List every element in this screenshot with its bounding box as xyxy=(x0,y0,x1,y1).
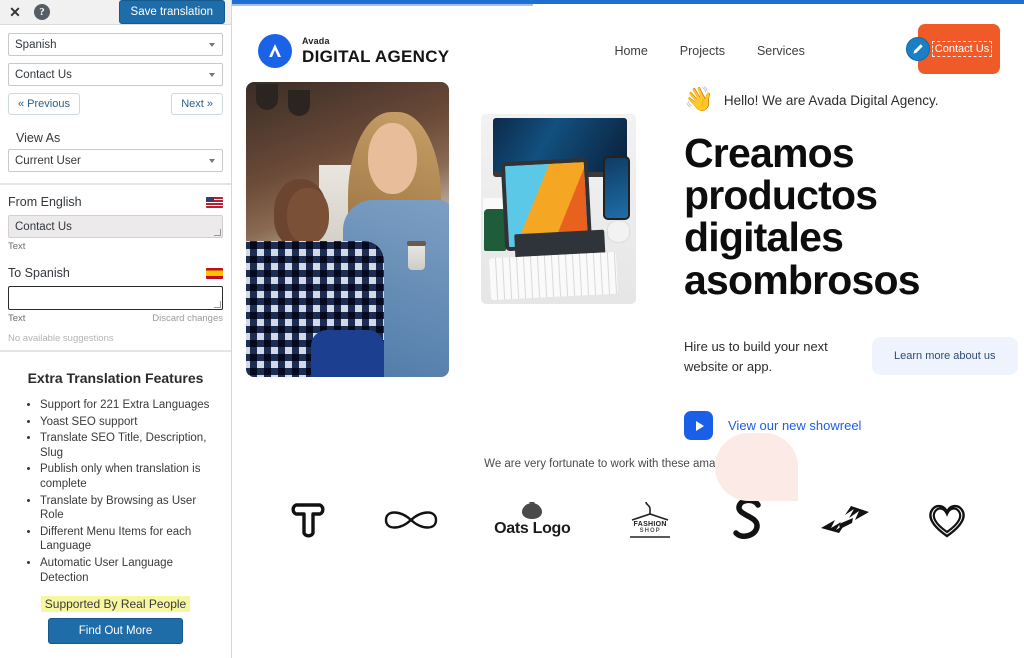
sidebar-toolbar: ✕ ? Save translation xyxy=(0,0,231,25)
hero-cta-row: Hire us to build your next website or ap… xyxy=(684,336,1024,377)
headline-line-2: productos xyxy=(684,172,878,219)
extra-features-list: Support for 221 Extra Languages Yoast SE… xyxy=(16,398,215,585)
target-heading: To Spanish xyxy=(8,266,70,280)
hero-hello-row: 👋 Hello! We are Avada Digital Agency. xyxy=(684,88,1024,112)
target-heading-row: To Spanish xyxy=(8,266,223,280)
chevron-down-icon xyxy=(209,72,215,77)
hero-copy: 👋 Hello! We are Avada Digital Agency. Cr… xyxy=(684,82,1024,441)
nav-item-projects[interactable]: Projects xyxy=(680,44,725,58)
extra-features-panel: Extra Translation Features Support for 2… xyxy=(0,352,231,658)
nav-item-services[interactable]: Services xyxy=(757,44,805,58)
view-as-select-value: Current User xyxy=(15,154,81,167)
spain-flag-icon xyxy=(206,267,223,279)
partners-row: Oats Logo FASHION SHOP xyxy=(232,470,1024,548)
resize-handle-icon xyxy=(214,229,221,236)
headline-line-4: asombrosos xyxy=(684,256,921,303)
previous-button[interactable]: « Previous xyxy=(8,93,80,115)
chevron-down-icon xyxy=(209,158,215,163)
language-select[interactable]: Spanish xyxy=(8,33,223,56)
pink-decorative-blob xyxy=(715,433,798,501)
app-root: ✕ ? Save translation Spanish Contact Us … xyxy=(0,0,1024,658)
site-logo-text: Avada DIGITAL AGENCY xyxy=(302,36,450,66)
hero-section: 👋 Hello! We are Avada Digital Agency. Cr… xyxy=(232,68,1024,501)
t-monogram-logo xyxy=(287,492,329,548)
source-text-field: Contact Us xyxy=(8,215,223,238)
view-as-label: View As xyxy=(16,131,61,145)
list-item: Different Menu Items for each Language xyxy=(40,525,215,554)
string-select-value: Contact Us xyxy=(15,68,72,81)
list-item: Publish only when translation is complet… xyxy=(40,462,215,491)
target-text-input[interactable] xyxy=(8,286,223,310)
source-heading-row: From English xyxy=(8,195,223,209)
hero-team-photo xyxy=(246,82,449,377)
list-item: Translate SEO Title, Description, Slug xyxy=(40,431,215,460)
hands-logo xyxy=(819,492,871,548)
source-meta-row: Text xyxy=(8,241,223,252)
pagination-row: « Previous Next » xyxy=(8,93,223,115)
headline-line-1: Creamos xyxy=(684,130,855,176)
site-header: Avada DIGITAL AGENCY Home Projects Servi… xyxy=(232,6,1024,74)
list-item: Support for 221 Extra Languages xyxy=(40,398,215,413)
oats-logo: Oats Logo xyxy=(494,492,571,548)
save-translation-button[interactable]: Save translation xyxy=(118,0,225,24)
heart-logo xyxy=(925,492,969,548)
source-heading: From English xyxy=(8,195,82,209)
hero-devices-photo xyxy=(481,114,636,304)
sidebar-controls: Spanish Contact Us « Previous Next » Vie… xyxy=(0,25,231,183)
waving-hand-icon: 👋 xyxy=(684,86,714,113)
supported-by-real-people-badge: Supported By Real People xyxy=(40,596,191,613)
page-title: Creamos productos digitales asombrosos xyxy=(684,132,1024,301)
chevron-down-icon xyxy=(209,42,215,47)
resize-handle-icon[interactable] xyxy=(214,301,221,308)
extra-features-title: Extra Translation Features xyxy=(27,370,204,386)
logo-title: DIGITAL AGENCY xyxy=(302,47,450,66)
oats-logo-label: Oats Logo xyxy=(494,520,571,538)
pencil-edit-icon[interactable] xyxy=(906,37,930,61)
list-item: Automatic User Language Detection xyxy=(40,556,215,585)
logo-subtitle: Avada xyxy=(302,36,330,46)
play-icon[interactable] xyxy=(684,411,713,441)
partners-note: We are very fortunate to work with these… xyxy=(484,458,782,471)
view-as-select[interactable]: Current User xyxy=(8,149,223,172)
find-out-more-button[interactable]: Find Out More xyxy=(48,618,183,645)
language-select-value: Spanish xyxy=(15,38,57,51)
list-item: Yoast SEO support xyxy=(40,415,215,430)
us-flag-icon xyxy=(206,196,223,208)
avada-logo-icon xyxy=(258,34,292,68)
source-text-value: Contact Us xyxy=(15,220,72,233)
list-item: Translate by Browsing as User Role xyxy=(40,494,215,523)
string-select[interactable]: Contact Us xyxy=(8,63,223,86)
headline-line-3: digitales xyxy=(684,214,844,261)
translation-editor: From English Contact Us Text To Spanish … xyxy=(0,185,231,350)
fashion-shop-logo: FASHION SHOP xyxy=(624,492,676,548)
discard-changes-link[interactable]: Discard changes xyxy=(152,313,223,324)
target-meta-row: Text Discard changes xyxy=(8,313,223,324)
contact-us-button[interactable]: Contact Us xyxy=(906,24,1000,74)
target-type-label: Text xyxy=(8,313,26,324)
site-preview: Avada DIGITAL AGENCY Home Projects Servi… xyxy=(232,0,1024,658)
no-suggestions-text: No available suggestions xyxy=(8,333,114,344)
infinity-logo xyxy=(382,492,440,548)
fashion-shop-label-1: FASHION xyxy=(633,520,667,528)
help-icon[interactable]: ? xyxy=(34,4,50,20)
source-type-label: Text xyxy=(8,241,26,252)
site-logo[interactable]: Avada DIGITAL AGENCY xyxy=(258,34,449,68)
hero-hello-text: Hello! We are Avada Digital Agency. xyxy=(723,92,939,108)
learn-more-button[interactable]: Learn more about us xyxy=(872,336,1018,375)
hero-subtext: Hire us to build your next website or ap… xyxy=(684,338,828,375)
nav-item-home[interactable]: Home xyxy=(614,44,647,58)
showreel-link[interactable]: View our new showreel xyxy=(728,418,861,433)
next-button[interactable]: Next » xyxy=(171,93,223,115)
close-icon[interactable]: ✕ xyxy=(6,3,24,21)
contact-us-label: Contact Us xyxy=(931,40,993,58)
translation-sidebar: ✕ ? Save translation Spanish Contact Us … xyxy=(0,0,232,658)
site-nav: Home Projects Services xyxy=(614,44,804,58)
